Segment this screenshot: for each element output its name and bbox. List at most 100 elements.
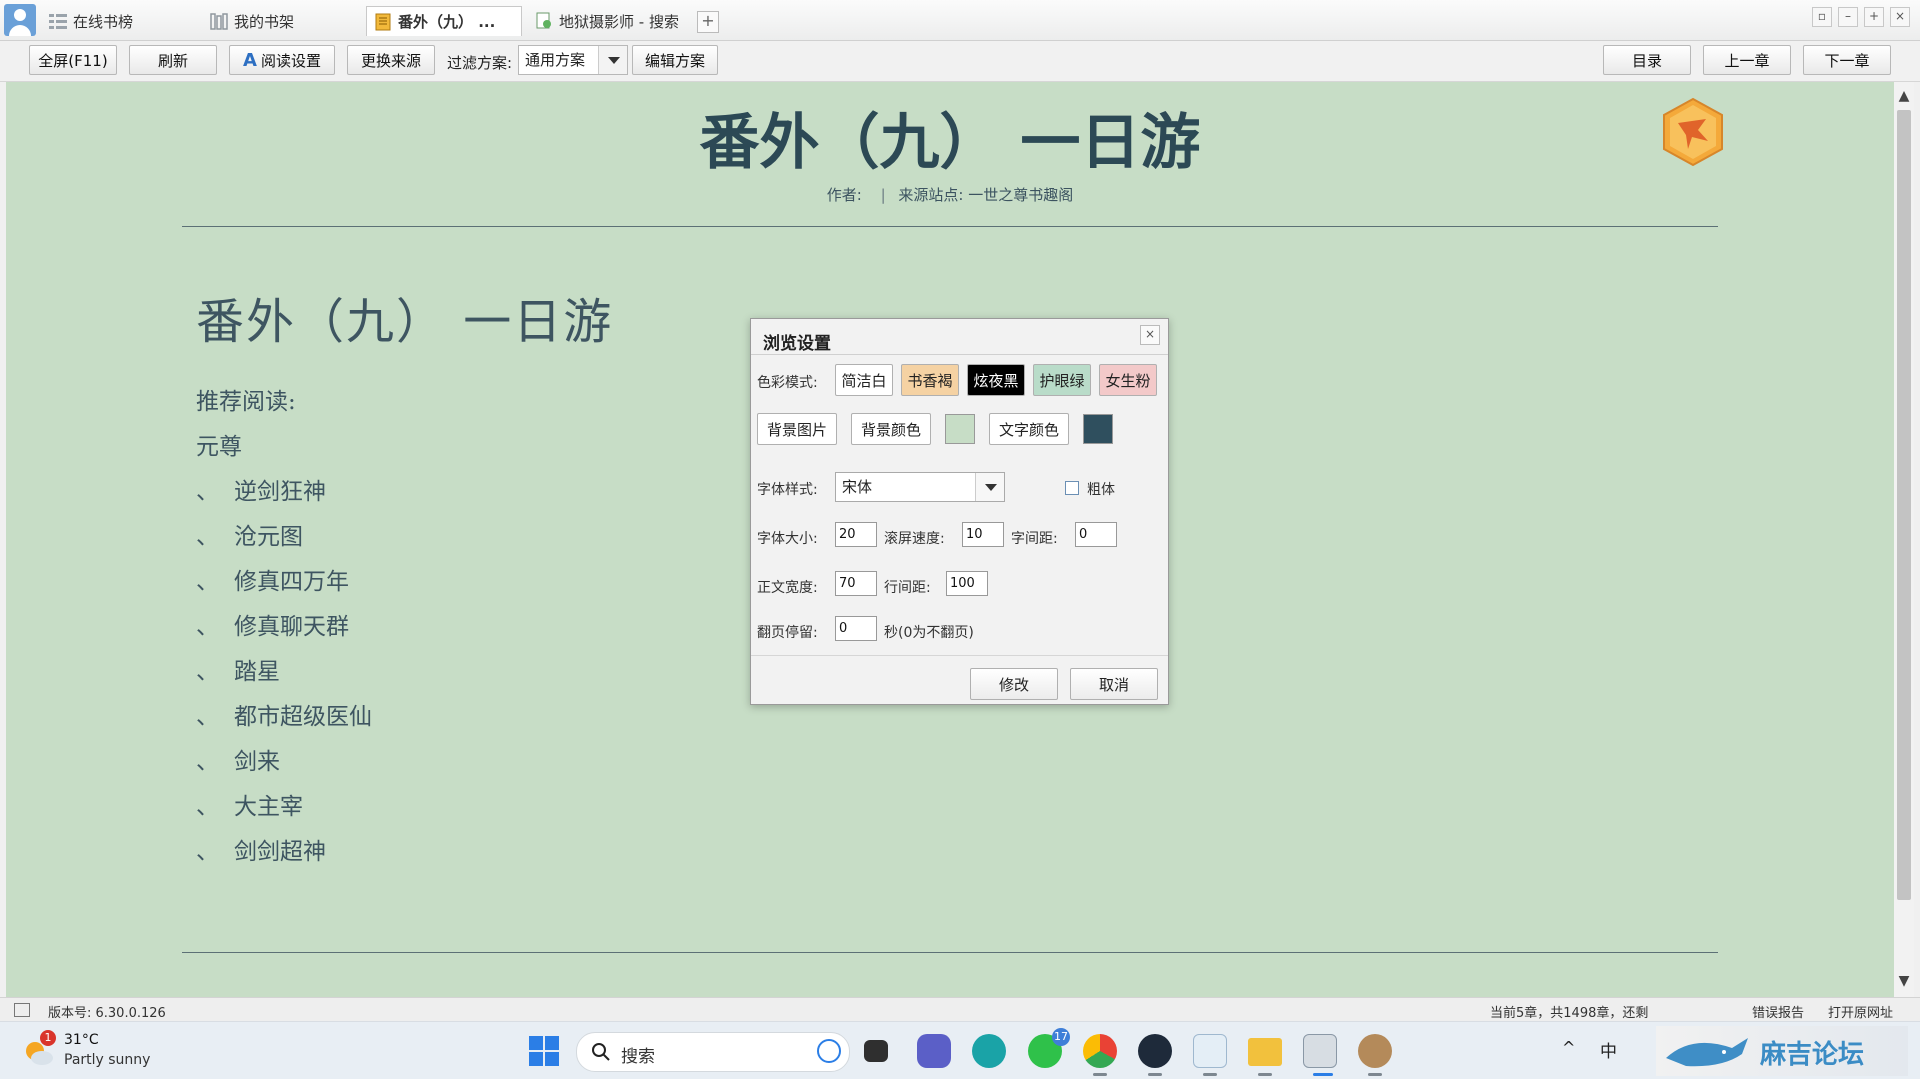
refresh-button[interactable]: 刷新	[129, 45, 217, 75]
dialog-title: 浏览设置	[763, 334, 831, 354]
bg-image-button[interactable]: 背景图片	[757, 413, 837, 445]
dialog-close-button[interactable]: ×	[1140, 325, 1160, 345]
toc-button[interactable]: 目录	[1603, 45, 1691, 75]
tab-my-bookshelf[interactable]: 我的书架	[203, 6, 300, 36]
recommend-item[interactable]: 、沧元图	[196, 515, 613, 560]
item-bullet: 、	[196, 479, 219, 505]
font-style-select[interactable]: 宋体	[835, 472, 1005, 502]
mode-sepia-button[interactable]: 书香褐	[901, 364, 959, 396]
reading-settings-button[interactable]: A 阅读设置	[229, 45, 335, 75]
prev-chapter-button[interactable]: 上一章	[1703, 45, 1791, 75]
panel-toggle-icon[interactable]	[14, 1003, 30, 1017]
whatsapp-icon[interactable]: 17	[1028, 1028, 1070, 1068]
windows-start-icon[interactable]	[529, 1036, 559, 1066]
recommend-item-link[interactable]: 元尊	[196, 425, 613, 470]
chat-icon[interactable]	[917, 1034, 951, 1068]
open-original-link[interactable]: 打开原网址	[1828, 1002, 1893, 1021]
next-chapter-button[interactable]: 下一章	[1803, 45, 1891, 75]
mode-green-button[interactable]: 护眼绿	[1033, 364, 1091, 396]
filter-scheme-select[interactable]: 通用方案	[518, 45, 628, 75]
recommend-item[interactable]: 、大主宰	[196, 785, 613, 830]
modify-button[interactable]: 修改	[970, 668, 1058, 700]
recommend-item-link[interactable]: 修真聊天群	[234, 614, 349, 640]
bing-icon[interactable]	[817, 1039, 841, 1063]
bg-color-button[interactable]: 背景颜色	[851, 413, 931, 445]
tab-search[interactable]: 地狱摄影师 - 搜索	[528, 6, 685, 36]
tab-label: 我的书架	[234, 12, 295, 31]
font-size-input[interactable]	[835, 522, 877, 547]
recommend-item-link[interactable]: 逆剑狂神	[234, 479, 326, 505]
photos-app-icon[interactable]	[1193, 1034, 1227, 1068]
bold-checkbox[interactable]	[1065, 481, 1079, 495]
scroll-speed-input[interactable]	[962, 522, 1004, 547]
chrome-icon[interactable]	[1083, 1034, 1117, 1068]
recommend-item-link[interactable]: 踏星	[234, 659, 280, 685]
taskbar-search-box[interactable]: 搜索	[576, 1032, 850, 1072]
mode-pink-button[interactable]: 女生粉	[1099, 364, 1157, 396]
line-spacing-input[interactable]	[946, 571, 988, 596]
maximize-icon[interactable]: +	[1864, 7, 1884, 27]
scroll-thumb[interactable]	[1897, 110, 1911, 900]
temperature-text: 31°C	[64, 1032, 99, 1048]
recommend-item[interactable]: 、踏星	[196, 650, 613, 695]
text-color-button[interactable]: 文字颜色	[989, 413, 1069, 445]
mode-night-button[interactable]: 炫夜黑	[967, 364, 1025, 396]
scroll-down-icon[interactable]: ▼	[1894, 971, 1914, 991]
user-avatar-icon[interactable]	[4, 4, 36, 36]
recommend-item-link[interactable]: 都市超级医仙	[234, 704, 372, 730]
tray-chevron-up-icon[interactable]: ^	[1562, 1038, 1575, 1057]
weather-widget[interactable]: 1 31°C Partly sunny	[22, 1028, 162, 1074]
recommend-item-link[interactable]: 剑剑超神	[234, 839, 326, 865]
camera-app-icon[interactable]	[1138, 1034, 1172, 1068]
recommend-item[interactable]: 、修真聊天群	[196, 605, 613, 650]
chevron-down-icon[interactable]	[975, 473, 1004, 501]
cancel-button[interactable]: 取消	[1070, 668, 1158, 700]
vertical-scrollbar[interactable]: ▲ ▼	[1894, 82, 1914, 997]
recommend-item-link[interactable]: 沧元图	[234, 524, 303, 550]
close-window-icon[interactable]: ×	[1890, 7, 1910, 27]
reader-app-icon[interactable]	[1303, 1034, 1337, 1068]
mode-white-button[interactable]: 简洁白	[835, 364, 893, 396]
chapter-header-title: 番外（九） 一日游	[699, 108, 1201, 178]
game-app-icon[interactable]	[1358, 1034, 1392, 1068]
page-stay-input[interactable]	[835, 616, 877, 641]
body-width-input[interactable]	[835, 571, 877, 596]
error-report-link[interactable]: 错误报告	[1752, 1002, 1804, 1021]
taskbar-search-placeholder: 搜索	[621, 1047, 655, 1067]
source-link[interactable]: 一世之尊书趣阁	[968, 186, 1073, 204]
char-spacing-input[interactable]	[1075, 522, 1117, 547]
tab-current-chapter[interactable]: 番外（九） ...	[366, 6, 522, 36]
recommend-item[interactable]: 、剑剑超神	[196, 830, 613, 875]
recommend-item[interactable]: 、逆剑狂神	[196, 470, 613, 515]
watermark-text: 麻吉论坛	[1760, 1040, 1865, 1070]
reader-area[interactable]: 番外（九） 一日游 作者: | 来源站点: 一世之尊书趣阁 番外（九） 一日游 …	[6, 82, 1894, 997]
meta-separator: |	[880, 186, 886, 204]
scroll-up-icon[interactable]: ▲	[1894, 86, 1914, 106]
chapter-meta: 作者: | 来源站点: 一世之尊书趣阁	[6, 184, 1894, 205]
ime-language-indicator[interactable]: 中	[1600, 1037, 1617, 1062]
recommend-item-link[interactable]: 剑来	[234, 749, 280, 775]
fullscreen-button[interactable]: 全屏(F11)	[29, 45, 117, 75]
text-color-swatch[interactable]	[1083, 414, 1113, 444]
new-tab-button[interactable]: +	[697, 11, 719, 33]
file-explorer-icon[interactable]	[1248, 1038, 1282, 1066]
recommend-item[interactable]: 、都市超级医仙	[196, 695, 613, 740]
source-label: 来源站点:	[898, 186, 964, 204]
reading-settings-label: 阅读设置	[260, 51, 321, 70]
recommend-item-link[interactable]: 大主宰	[234, 794, 303, 820]
recommend-item-link[interactable]: 修真四万年	[234, 569, 349, 595]
shark-logo-icon	[1666, 1038, 1748, 1067]
change-source-button[interactable]: 更换来源	[347, 45, 435, 75]
font-size-label: 字体大小:	[757, 531, 818, 547]
recommend-item[interactable]: 、剑来	[196, 740, 613, 785]
tab-online-ranking[interactable]: 在线书榜	[42, 6, 139, 36]
task-view-icon[interactable]	[864, 1040, 888, 1062]
chevron-down-icon[interactable]	[598, 46, 627, 74]
item-bullet: 、	[196, 614, 219, 640]
edge-icon[interactable]	[972, 1034, 1006, 1068]
bg-color-swatch[interactable]	[945, 414, 975, 444]
restore-icon[interactable]: ▫	[1812, 7, 1832, 27]
minimize-icon[interactable]: –	[1838, 7, 1858, 27]
edit-scheme-button[interactable]: 编辑方案	[632, 45, 718, 75]
recommend-item[interactable]: 、修真四万年	[196, 560, 613, 605]
